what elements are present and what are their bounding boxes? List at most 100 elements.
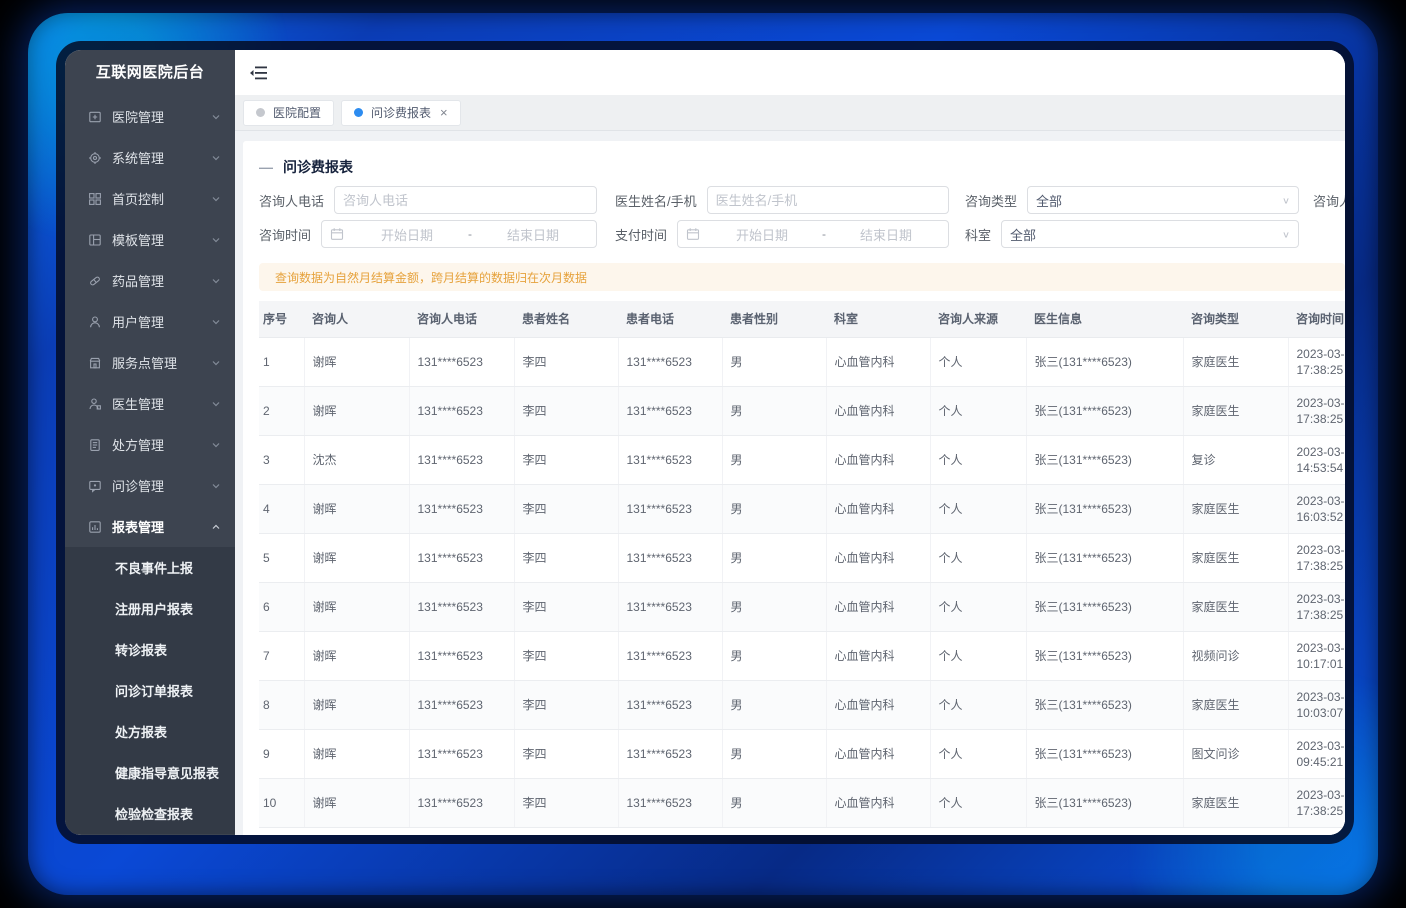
consult-time: 16:03:52 [1297, 509, 1346, 525]
cell-doctor: 张三(131****6523) [1026, 631, 1183, 680]
sidebar-item-3[interactable]: 模板管理 [65, 219, 235, 260]
tab-0[interactable]: 医院配置 [243, 100, 334, 126]
card-title-row: — 问诊费报表 [259, 153, 1345, 181]
consult-type-select[interactable]: 全部 ∨ [1027, 186, 1299, 214]
notice-banner: 查询数据为自然月结算金额，跨月结算的数据归在次月数据 [259, 263, 1345, 291]
close-tab-icon[interactable]: × [440, 106, 448, 119]
cell-consultant: 谢晖 [304, 484, 409, 533]
filter-label: 咨询人电话 [259, 191, 324, 210]
table-row: 10谢晖131****6523李四131****6523男心血管内科个人张三(1… [259, 778, 1345, 827]
consult-time: 17:38:25 [1297, 362, 1346, 378]
filter-consultant-phone: 咨询人电话 [259, 186, 597, 214]
cell-patient_phone: 131****6523 [618, 386, 722, 435]
chevron-down-icon [211, 399, 221, 409]
sidebar-item-5[interactable]: 用户管理 [65, 301, 235, 342]
cell-type: 家庭医生 [1183, 778, 1288, 827]
sidebar-subitem-5[interactable]: 健康指导意见报表 [65, 752, 235, 793]
report-icon [88, 520, 102, 534]
sidebar-item-9[interactable]: 问诊管理 [65, 465, 235, 506]
cell-patient: 李四 [514, 435, 618, 484]
tab-label: 问诊费报表 [371, 104, 431, 121]
sidebar-item-label: 模板管理 [112, 230, 211, 249]
sidebar-item-6[interactable]: 服务点管理 [65, 342, 235, 383]
cell-doctor: 张三(131****6523) [1026, 729, 1183, 778]
end-date-placeholder: 结束日期 [832, 225, 940, 244]
sidebar-item-2[interactable]: 首页控制 [65, 178, 235, 219]
pill-icon [88, 274, 102, 288]
cell-type: 复诊 [1183, 435, 1288, 484]
consult-date: 2023-03-0 [1297, 346, 1346, 362]
cell-consult-time: 2023-03-009:45:21 [1288, 729, 1345, 778]
calendar-icon [686, 227, 700, 241]
cell-consultant: 谢晖 [304, 337, 409, 386]
cell-type: 图文问诊 [1183, 729, 1288, 778]
tab-1[interactable]: 问诊费报表 × [341, 100, 461, 126]
table-row: 1谢晖131****6523李四131****6523男心血管内科个人张三(13… [259, 337, 1345, 386]
cell-doctor: 张三(131****6523) [1026, 778, 1183, 827]
filter-row-1: 咨询人电话 医生姓名/手机 咨询类型 全部 ∨ 咨询人 [259, 185, 1345, 215]
doctor-name-input[interactable] [716, 193, 940, 208]
department-select[interactable]: 全部 ∨ [1001, 220, 1299, 248]
cell-consultant: 谢晖 [304, 582, 409, 631]
sidebar-item-7[interactable]: 医生管理 [65, 383, 235, 424]
column-header: 咨询人电话 [409, 301, 514, 337]
consultant-phone-input[interactable] [343, 193, 588, 208]
table-header-row: 序号咨询人咨询人电话患者姓名患者电话患者性别科室咨询人来源医生信息咨询类型咨询时… [259, 301, 1345, 337]
cell-department: 心血管内科 [826, 729, 930, 778]
filter-label: 支付时间 [615, 225, 667, 244]
sidebar-item-4[interactable]: 药品管理 [65, 260, 235, 301]
sidebar-subitem-2[interactable]: 转诊报表 [65, 629, 235, 670]
consult-time-daterange[interactable]: 开始日期 - 结束日期 [321, 220, 597, 248]
cell-doctor: 张三(131****6523) [1026, 680, 1183, 729]
cell-consultant_phone: 131****6523 [409, 778, 514, 827]
collapse-dash-icon[interactable]: — [259, 159, 273, 175]
sidebar-subitem-4[interactable]: 处方报表 [65, 711, 235, 752]
table-row: 9谢晖131****6523李四131****6523男心血管内科个人张三(13… [259, 729, 1345, 778]
cell-consult-time: 2023-03-017:38:25 [1288, 582, 1345, 631]
column-header: 咨询人来源 [930, 301, 1026, 337]
cell-doctor: 张三(131****6523) [1026, 386, 1183, 435]
tab-bar: 医院配置 问诊费报表 × [235, 95, 1345, 131]
cell-source: 个人 [930, 386, 1026, 435]
sidebar-item-10[interactable]: 报表管理 [65, 506, 235, 547]
sidebar-item-1[interactable]: 系统管理 [65, 137, 235, 178]
sidebar-item-8[interactable]: 处方管理 [65, 424, 235, 465]
cell-consult-time: 2023-03-010:17:01 [1288, 631, 1345, 680]
cell-source: 个人 [930, 435, 1026, 484]
sidebar-subitem-3[interactable]: 问诊订单报表 [65, 670, 235, 711]
cell-consultant: 谢晖 [304, 631, 409, 680]
table-row: 6谢晖131****6523李四131****6523男心血管内科个人张三(13… [259, 582, 1345, 631]
column-header: 咨询时间 [1288, 301, 1345, 337]
template-icon [88, 233, 102, 247]
collapse-sidebar-icon[interactable] [249, 65, 269, 81]
cell-source: 个人 [930, 337, 1026, 386]
cell-patient_phone: 131****6523 [618, 631, 722, 680]
cell-patient: 李四 [514, 778, 618, 827]
cell-department: 心血管内科 [826, 533, 930, 582]
chevron-down-icon [211, 276, 221, 286]
sidebar-item-label: 服务点管理 [112, 353, 211, 372]
filter-consult-type: 咨询类型 全部 ∨ [965, 186, 1299, 214]
chevron-down-icon [211, 481, 221, 491]
sidebar-subitem-1[interactable]: 注册用户报表 [65, 588, 235, 629]
cell-patient_phone: 131****6523 [618, 582, 722, 631]
cell-department: 心血管内科 [826, 631, 930, 680]
filter-label: 咨询时间 [259, 225, 311, 244]
cell-doctor: 张三(131****6523) [1026, 484, 1183, 533]
sidebar-item-0[interactable]: 医院管理 [65, 96, 235, 137]
gear-icon [88, 151, 102, 165]
filter-label: 科室 [965, 225, 991, 244]
filter-label: 咨询类型 [965, 191, 1017, 210]
chevron-down-icon [211, 194, 221, 204]
date-separator: - [462, 227, 478, 241]
cell-gender: 男 [722, 386, 826, 435]
sidebar-subitem-6[interactable]: 检验检查报表 [65, 793, 235, 834]
pay-time-daterange[interactable]: 开始日期 - 结束日期 [677, 220, 949, 248]
sidebar-subitem-0[interactable]: 不良事件上报 [65, 547, 235, 588]
clipped-filter-label: 咨询人 [1313, 191, 1345, 210]
sidebar-item-label: 药品管理 [112, 271, 211, 290]
stage: 互联网医院后台 医院管理系统管理首页控制模板管理药品管理用户管理服务点管理医生管… [0, 0, 1406, 908]
cell-source: 个人 [930, 484, 1026, 533]
prescription-icon [88, 438, 102, 452]
start-date-placeholder: 开始日期 [708, 225, 816, 244]
